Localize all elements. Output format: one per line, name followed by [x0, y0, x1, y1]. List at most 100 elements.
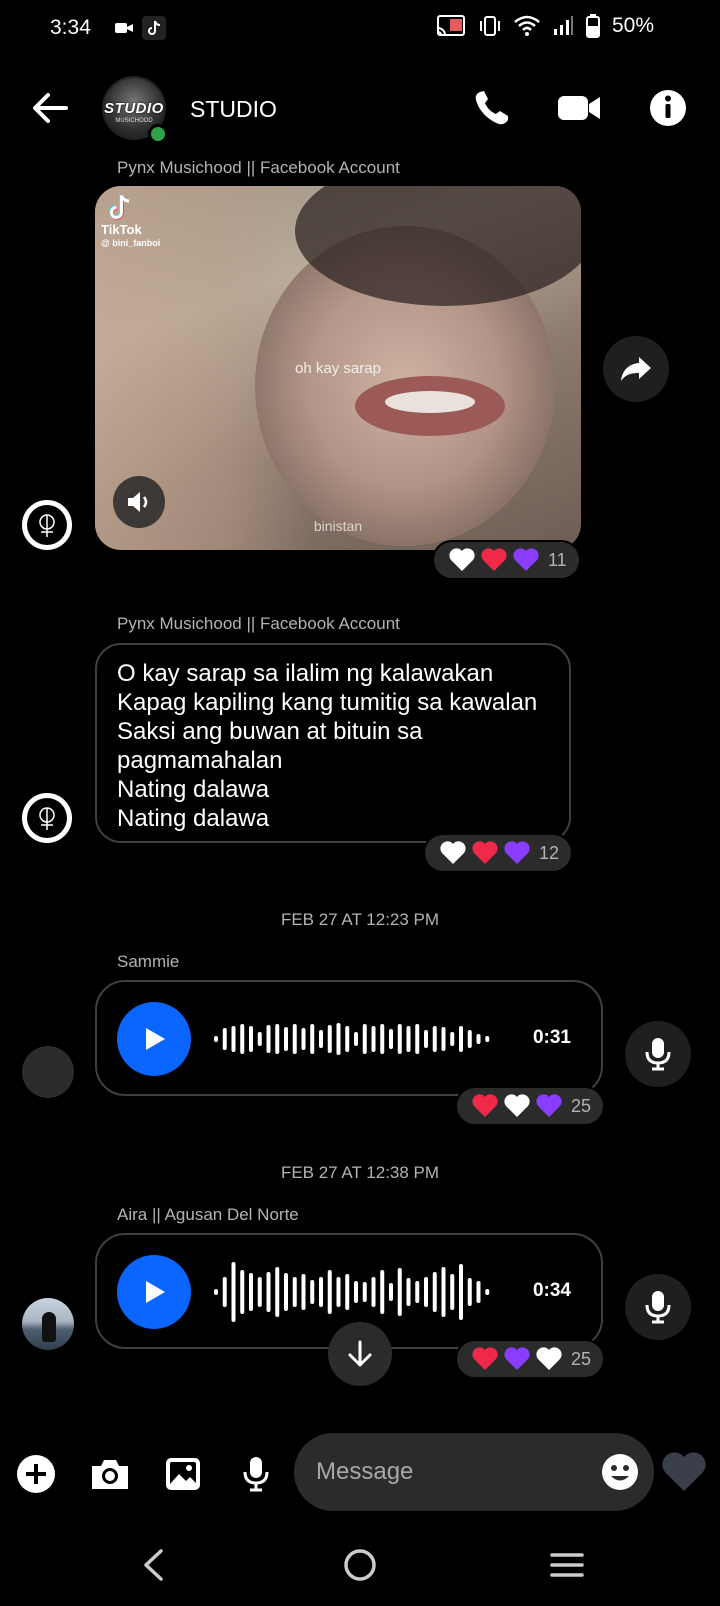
nav-back-button[interactable] — [128, 1540, 178, 1590]
waveform-bar — [327, 1270, 332, 1314]
red-heart-icon — [472, 1094, 498, 1117]
reaction-count: 25 — [571, 1348, 592, 1369]
purple-heart-icon — [504, 1347, 530, 1370]
waveform-bar — [301, 1028, 306, 1050]
waveform-bar — [415, 1281, 420, 1303]
message-line: pagmamahalan — [117, 747, 283, 774]
play-icon — [146, 1281, 165, 1303]
camera-button[interactable] — [88, 1452, 132, 1496]
waveform-bar — [231, 1026, 236, 1052]
logo-icon — [39, 807, 55, 830]
logo-icon — [39, 514, 55, 537]
menu-lines-icon — [550, 1553, 584, 1577]
waveform-bar — [432, 1272, 437, 1312]
waveform-bar — [371, 1026, 376, 1052]
message-line: Nating dalawa — [117, 776, 270, 803]
avatar-subtext: MUSICHOOD — [115, 118, 153, 124]
waveform-bar — [397, 1268, 402, 1316]
waveform-bar — [319, 1030, 323, 1048]
sender-avatar[interactable] — [22, 793, 72, 843]
sender-avatar[interactable] — [22, 500, 72, 550]
forward-button[interactable] — [603, 336, 669, 402]
waveform-bar — [336, 1277, 341, 1307]
waveform-bar — [327, 1025, 332, 1053]
home-circle-icon — [344, 1549, 376, 1581]
video-watermark: binistan — [313, 518, 363, 534]
play-icon — [146, 1028, 165, 1050]
voice-button[interactable] — [234, 1452, 278, 1496]
waveform-bar — [319, 1277, 323, 1307]
waveform-bar — [222, 1277, 227, 1307]
waveform-bar — [424, 1277, 428, 1307]
waveform-bar — [284, 1027, 288, 1051]
video-call-button[interactable] — [556, 86, 600, 130]
scroll-to-bottom-button[interactable] — [328, 1322, 392, 1386]
status-icons: 50% — [436, 14, 654, 38]
chat-title[interactable]: STUDIO — [190, 96, 277, 123]
waveform-bar — [406, 1026, 411, 1052]
play-button[interactable] — [117, 1255, 191, 1329]
white-heart-icon — [440, 841, 466, 864]
nav-home-button[interactable] — [335, 1540, 385, 1590]
text-message-bubble[interactable]: O kay sarap sa ilalim ng kalawakan Kapag… — [95, 643, 571, 843]
message-line: Kapag kapiling kang tumitig sa kawalan — [117, 689, 538, 716]
call-button[interactable] — [470, 86, 514, 130]
audio-duration: 0:31 — [532, 1027, 571, 1048]
waveform-bar — [354, 1281, 358, 1303]
waveform-bar — [476, 1281, 481, 1303]
purple-heart-icon — [504, 841, 530, 864]
sender-avatar[interactable] — [22, 1298, 74, 1350]
sender-avatar[interactable] — [22, 1046, 74, 1098]
waveform-bar — [406, 1278, 411, 1306]
waveform-bar — [345, 1026, 350, 1052]
reaction-bar[interactable]: 25 — [455, 1086, 606, 1126]
info-button[interactable] — [646, 86, 690, 130]
nav-recents-button[interactable] — [542, 1540, 592, 1590]
reaction-bar[interactable]: 25 — [455, 1339, 606, 1379]
signal-icon — [553, 16, 573, 35]
sender-name: Pynx Musichood || Facebook Account — [117, 158, 400, 177]
waveform-bar — [301, 1274, 306, 1310]
video-attachment[interactable]: TikTok @ bini_fanboi oh kay sarap binist… — [95, 186, 581, 550]
send-heart-button[interactable] — [660, 1450, 708, 1494]
message-input-container — [294, 1433, 654, 1511]
waveform-bar — [214, 1289, 218, 1295]
waveform-bar — [380, 1270, 385, 1314]
status-time: 3:34 — [50, 16, 91, 39]
microphone-icon — [243, 1457, 269, 1492]
record-voice-button[interactable] — [625, 1274, 691, 1340]
red-heart-icon — [481, 548, 507, 571]
message-input[interactable] — [316, 1453, 586, 1491]
waveform[interactable] — [213, 1002, 493, 1076]
sender-name: Pynx Musichood || Facebook Account — [117, 614, 400, 633]
back-button[interactable] — [30, 88, 70, 128]
sender-name: Aira || Agusan Del Norte — [117, 1205, 299, 1224]
waveform-bar — [345, 1274, 350, 1310]
tiktok-status-icon — [142, 16, 166, 40]
waveform-bar — [441, 1027, 446, 1051]
waveform-bar — [389, 1283, 393, 1301]
waveform-bar — [240, 1024, 245, 1054]
gallery-button[interactable] — [161, 1452, 205, 1496]
waveform-bar — [424, 1030, 428, 1048]
waveform-bar — [354, 1032, 358, 1046]
cast-icon — [436, 15, 465, 36]
waveform-bar — [485, 1289, 490, 1295]
waveform-bar — [336, 1023, 341, 1055]
reaction-count: 12 — [539, 842, 560, 863]
reaction-bar[interactable]: 11 — [432, 540, 581, 580]
waveform-bar — [275, 1267, 280, 1317]
add-button[interactable] — [14, 1452, 58, 1496]
red-heart-icon — [472, 1347, 498, 1370]
emoji-icon[interactable] — [600, 1452, 640, 1492]
mute-toggle-button[interactable] — [113, 476, 165, 528]
waveform-bar — [292, 1277, 297, 1307]
reaction-bar[interactable]: 12 — [423, 833, 574, 873]
waveform[interactable] — [213, 1255, 493, 1329]
record-voice-button[interactable] — [625, 1021, 691, 1087]
waveform-bar — [292, 1024, 297, 1054]
avatar-text: STUDIO — [104, 100, 164, 117]
wifi-icon — [514, 15, 540, 36]
play-button[interactable] — [117, 1002, 191, 1076]
battery-percent: 50% — [611, 14, 654, 37]
